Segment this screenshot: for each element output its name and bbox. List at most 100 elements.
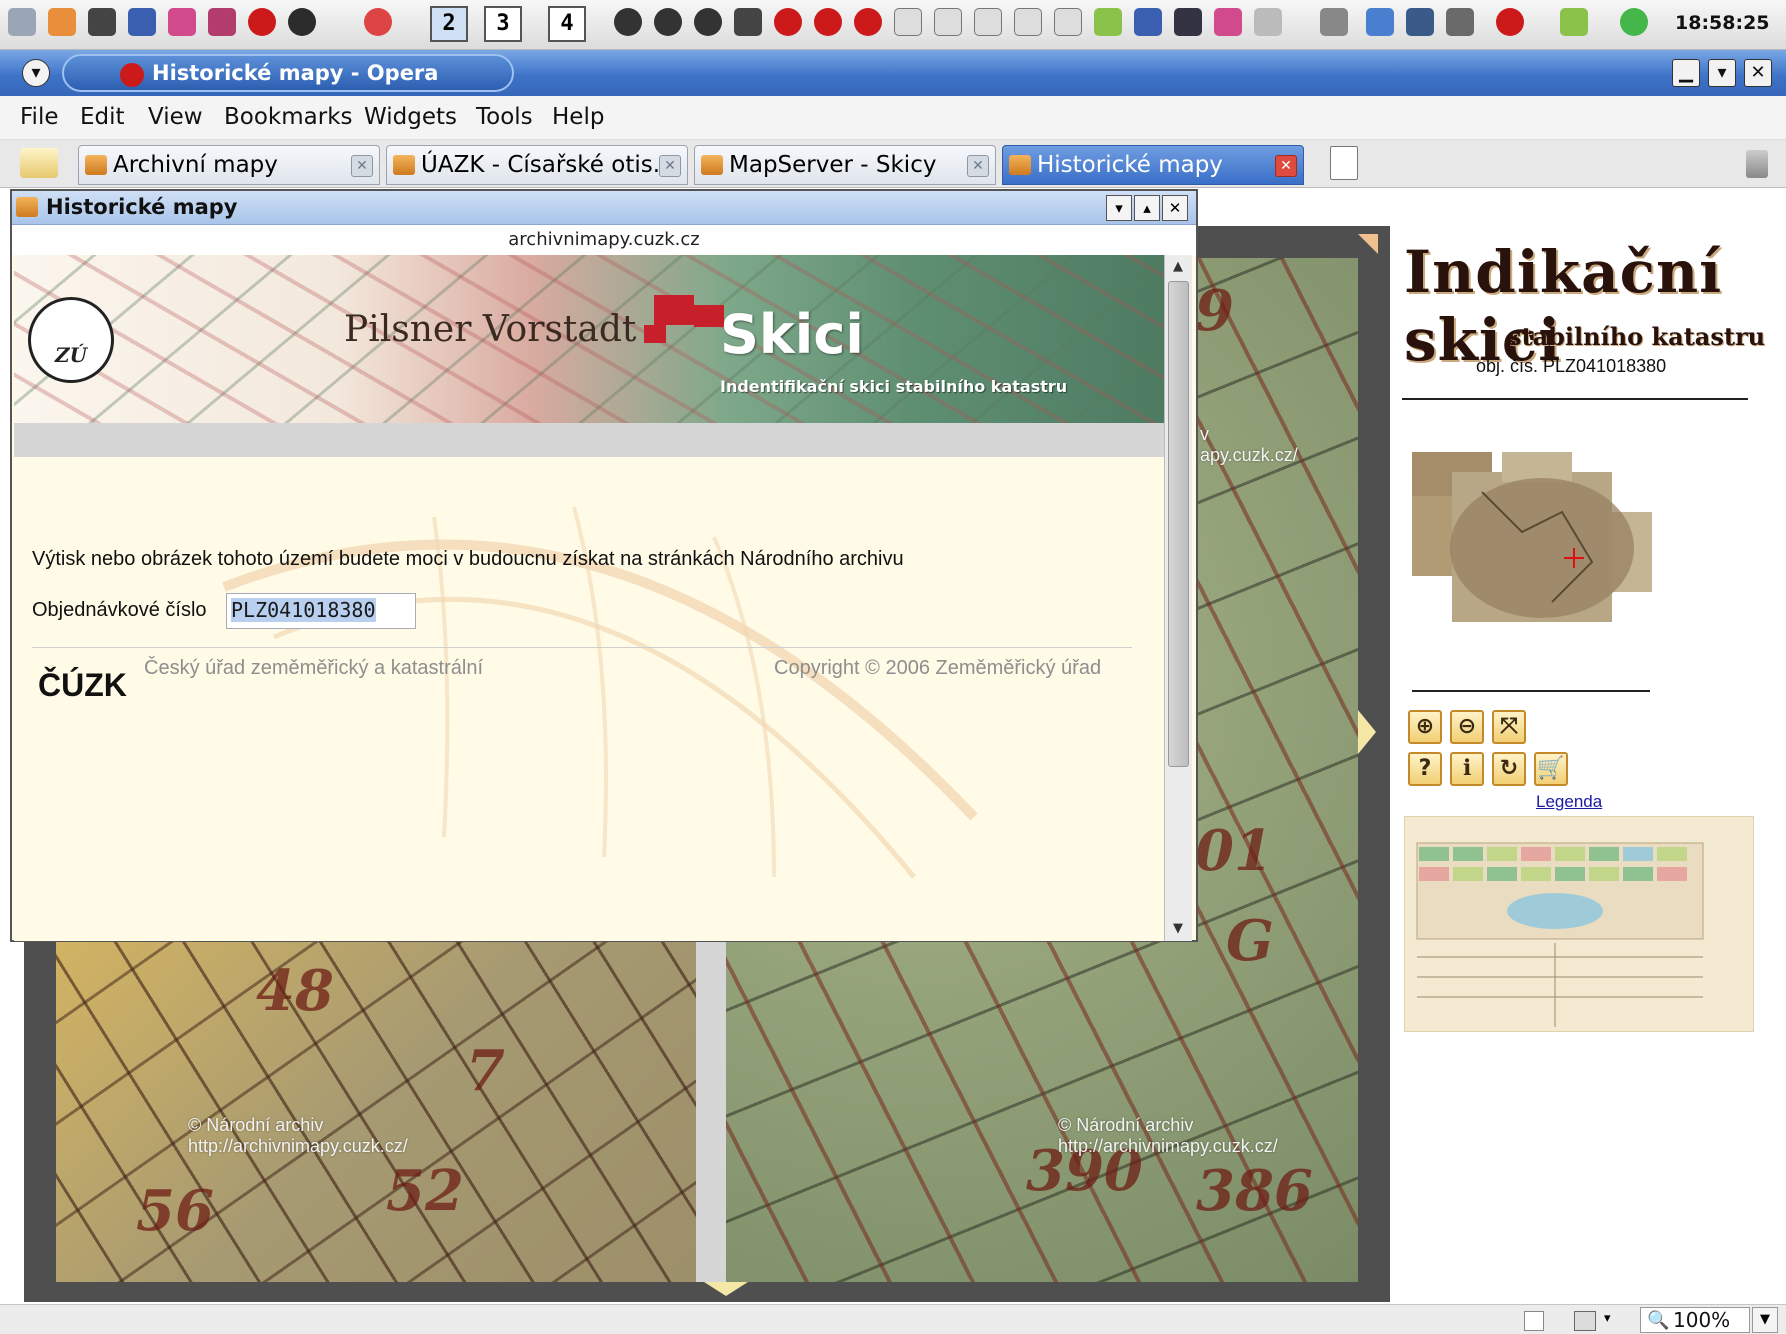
cuzk-logo: ČÚZK bbox=[38, 667, 127, 703]
editor-icon[interactable] bbox=[1214, 8, 1242, 36]
zoom-level[interactable]: 🔍 100% bbox=[1640, 1307, 1750, 1333]
trash-tabs-icon[interactable] bbox=[20, 148, 58, 178]
object-number: obj. čís. PLZ041018380 bbox=[1476, 356, 1667, 376]
popup-header[interactable]: Historické mapy ▾ ▴ ✕ bbox=[12, 191, 1196, 225]
overview-map[interactable] bbox=[1412, 452, 1652, 644]
pan-corner-icon[interactable] bbox=[1358, 234, 1378, 254]
popup-collapse-button[interactable]: ▴ bbox=[1134, 195, 1160, 221]
opera-icon[interactable] bbox=[248, 8, 276, 36]
document-icon[interactable] bbox=[974, 8, 1002, 36]
close-tab-icon[interactable]: ✕ bbox=[1275, 155, 1297, 177]
desktop-4-button[interactable]: 4 bbox=[548, 6, 586, 42]
search-icon[interactable] bbox=[208, 8, 236, 36]
document-icon[interactable] bbox=[1174, 8, 1202, 36]
favicon-icon bbox=[1009, 155, 1031, 175]
document-icon[interactable] bbox=[1134, 8, 1162, 36]
tab-uazk[interactable]: ÚAZK - Císařské otis... ✕ bbox=[386, 145, 688, 185]
close-tab-icon[interactable]: ✕ bbox=[659, 155, 681, 177]
document-icon[interactable] bbox=[934, 8, 962, 36]
document-icon[interactable] bbox=[128, 8, 156, 36]
popup-body: ZÚ Pilsner Vorstadt Skici Indentifikační… bbox=[14, 255, 1164, 941]
menu-bookmarks[interactable]: Bookmarks bbox=[224, 104, 353, 130]
menu-file[interactable]: File bbox=[20, 104, 59, 130]
document-icon[interactable] bbox=[1094, 8, 1122, 36]
media-icon[interactable] bbox=[614, 8, 642, 36]
zoom-out-icon[interactable]: ⊖ bbox=[1450, 710, 1484, 744]
opera-icon[interactable] bbox=[774, 8, 802, 36]
clipboard-icon[interactable] bbox=[1366, 8, 1394, 36]
divider bbox=[32, 647, 1132, 648]
media-icon[interactable] bbox=[288, 8, 316, 36]
settings-icon[interactable] bbox=[8, 8, 36, 36]
page-icon[interactable] bbox=[1524, 1311, 1544, 1331]
document-icon[interactable] bbox=[1054, 8, 1082, 36]
minimize-button[interactable]: ▁ bbox=[1672, 59, 1700, 87]
volume-icon[interactable] bbox=[1320, 8, 1348, 36]
status-bar: ▾ 🔍 100% ▼ bbox=[0, 1304, 1786, 1334]
menu-tools[interactable]: Tools bbox=[476, 104, 533, 130]
desktop-3-button[interactable]: 3 bbox=[484, 6, 522, 42]
legend-link[interactable]: Legenda bbox=[1536, 792, 1602, 812]
watermark-right: © Národní archiv http://archivnimapy.cuz… bbox=[1058, 1115, 1278, 1156]
opera-icon[interactable] bbox=[1496, 8, 1524, 36]
popup-scrollbar[interactable]: ▲ ▼ bbox=[1164, 255, 1192, 941]
window-icon[interactable] bbox=[1254, 8, 1282, 36]
zoom-in-icon[interactable]: ⊕ bbox=[1408, 710, 1442, 744]
order-number-field[interactable]: PLZ041018380 bbox=[226, 593, 416, 629]
divider bbox=[1412, 690, 1650, 692]
media-icon[interactable] bbox=[654, 8, 682, 36]
scroll-down-icon[interactable]: ▼ bbox=[1167, 919, 1189, 939]
editor-icon[interactable] bbox=[168, 8, 196, 36]
notes-icon[interactable] bbox=[1560, 8, 1588, 36]
scroll-up-icon[interactable]: ▲ bbox=[1167, 257, 1189, 277]
updates-icon[interactable] bbox=[1446, 8, 1474, 36]
cart-icon[interactable]: 🛒 bbox=[1534, 752, 1568, 786]
terminal-icon[interactable] bbox=[734, 8, 762, 36]
menu-edit[interactable]: Edit bbox=[80, 104, 125, 130]
window-titlebar[interactable]: ▾ Historické mapy - Opera ▁ ▾ ✕ bbox=[0, 50, 1786, 96]
scroll-thumb[interactable] bbox=[1168, 281, 1189, 767]
pan-down-icon[interactable] bbox=[704, 1282, 748, 1296]
popup-url: archivnimapy.cuzk.cz bbox=[12, 225, 1196, 255]
refresh-icon[interactable]: ↻ bbox=[1492, 752, 1526, 786]
pan-right-icon[interactable] bbox=[1358, 710, 1376, 754]
app-launcher-icon[interactable] bbox=[48, 8, 76, 36]
close-window-button[interactable]: ✕ bbox=[1744, 59, 1772, 87]
terminal-icon[interactable] bbox=[88, 8, 116, 36]
info-icon[interactable]: ℹ bbox=[1450, 752, 1484, 786]
legend-image[interactable] bbox=[1404, 816, 1754, 1032]
network-icon[interactable] bbox=[1406, 8, 1434, 36]
opera-icon[interactable] bbox=[814, 8, 842, 36]
popup-menu-button[interactable]: ▾ bbox=[1106, 195, 1132, 221]
desktop-2-button[interactable]: 2 bbox=[430, 6, 468, 42]
watermark-partial: v apy.cuzk.cz/ bbox=[1200, 424, 1298, 465]
opera-icon[interactable] bbox=[854, 8, 882, 36]
menu-help[interactable]: Help bbox=[552, 104, 604, 130]
new-tab-icon[interactable] bbox=[1330, 146, 1358, 180]
tab-archivni-mapy[interactable]: Archivní mapy ✕ bbox=[78, 145, 380, 185]
tab-mapserver[interactable]: MapServer - Skicy ✕ bbox=[694, 145, 996, 185]
fit-extent-icon[interactable]: ⤧ bbox=[1492, 710, 1526, 744]
help-icon[interactable]: ? bbox=[1408, 752, 1442, 786]
menu-view[interactable]: View bbox=[148, 104, 203, 130]
popup-close-button[interactable]: ✕ bbox=[1162, 195, 1188, 221]
media-icon[interactable] bbox=[694, 8, 722, 36]
document-icon[interactable] bbox=[894, 8, 922, 36]
desktop-switcher-icon[interactable] bbox=[364, 8, 392, 36]
chevron-down-icon[interactable]: ▾ bbox=[1604, 1311, 1611, 1326]
banner: ZÚ Pilsner Vorstadt Skici Indentifikační… bbox=[14, 255, 1164, 423]
zoom-dropdown-button[interactable]: ▼ bbox=[1752, 1307, 1778, 1333]
panel-logo-subtitle: stabilního katastru bbox=[1508, 322, 1766, 351]
favicon-icon bbox=[85, 155, 107, 175]
trash-icon[interactable] bbox=[1746, 150, 1768, 178]
document-icon[interactable] bbox=[1014, 8, 1042, 36]
zoom-icon: 🔍 bbox=[1647, 1310, 1670, 1331]
tab-historicke-mapy[interactable]: Historické mapy ✕ bbox=[1002, 145, 1304, 185]
window-menu-button[interactable]: ▾ bbox=[22, 59, 50, 87]
image-toggle-icon[interactable] bbox=[1574, 1311, 1596, 1331]
close-tab-icon[interactable]: ✕ bbox=[351, 155, 373, 177]
status-icon[interactable] bbox=[1620, 8, 1648, 36]
menu-widgets[interactable]: Widgets bbox=[364, 104, 457, 130]
shade-button[interactable]: ▾ bbox=[1708, 59, 1736, 87]
close-tab-icon[interactable]: ✕ bbox=[967, 155, 989, 177]
